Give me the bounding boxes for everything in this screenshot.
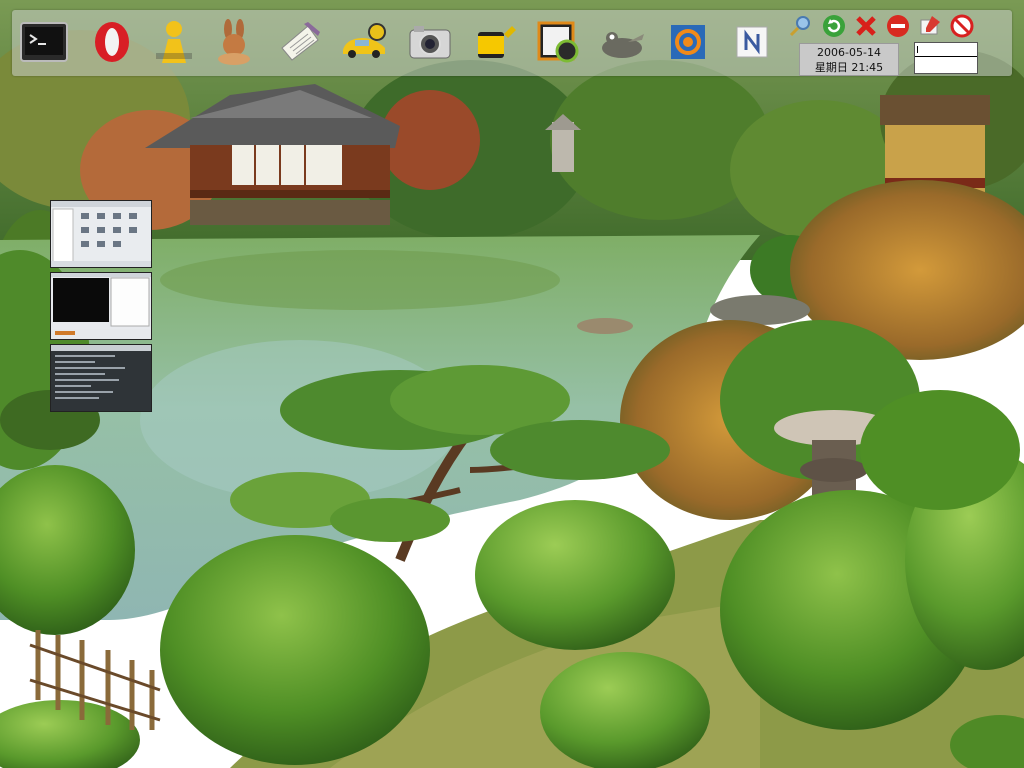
opera-launcher[interactable]	[86, 14, 138, 70]
desktop-wallpaper	[0, 0, 1024, 768]
close-tray-icon[interactable]	[854, 14, 878, 38]
bunny-app-icon	[218, 19, 250, 65]
workspace-2-thumbnail	[51, 273, 151, 339]
clock-widget[interactable]: 2006-05-14 星期日 21:45	[799, 43, 899, 76]
refresh-tray-icon[interactable]	[822, 14, 846, 38]
top-launcher-bar: 2006-05-14 星期日 21:45	[12, 10, 1012, 76]
monitor-bar	[917, 46, 918, 53]
monitor-line	[915, 56, 977, 57]
gimp-icon	[602, 32, 644, 58]
spiral-app-icon	[671, 25, 705, 59]
system-monitor-graph[interactable]	[914, 42, 978, 74]
text-editor-icon	[281, 22, 320, 61]
text-editor-launcher[interactable]	[274, 14, 326, 70]
aim-launcher[interactable]	[148, 14, 200, 70]
media-player-icon	[537, 21, 579, 63]
workspace-pager	[50, 200, 152, 416]
bunny-launcher[interactable]	[208, 14, 260, 70]
clock-weekday-time: 星期日 21:45	[814, 61, 884, 74]
aim-messenger-icon	[156, 21, 192, 63]
film-launcher[interactable]	[468, 14, 520, 70]
edit-tray-icon[interactable]	[918, 14, 942, 38]
notes-launcher[interactable]	[726, 14, 778, 70]
notes-app-icon	[736, 26, 768, 58]
terminal-launcher[interactable]	[18, 14, 70, 70]
media-player-launcher[interactable]	[532, 14, 584, 70]
spiral-launcher[interactable]	[662, 14, 714, 70]
car-launcher[interactable]	[338, 14, 390, 70]
car-game-icon	[343, 23, 386, 58]
camera-launcher[interactable]	[404, 14, 456, 70]
workspace-3[interactable]	[50, 344, 152, 412]
gimp-launcher[interactable]	[596, 14, 648, 70]
workspace-1[interactable]	[50, 200, 152, 268]
terminal-icon	[20, 22, 68, 62]
minus-tray-icon[interactable]	[886, 14, 910, 38]
workspace-2[interactable]	[50, 272, 152, 340]
camera-icon	[409, 26, 451, 59]
workspace-3-thumbnail	[51, 345, 151, 399]
opera-browser-icon	[95, 22, 129, 62]
no-entry-tray-icon[interactable]	[950, 14, 974, 38]
clock-date: 2006-05-14	[817, 46, 881, 59]
workspace-1-thumbnail	[51, 201, 151, 267]
film-roll-icon	[478, 26, 516, 58]
search-tray-icon[interactable]	[788, 14, 812, 38]
